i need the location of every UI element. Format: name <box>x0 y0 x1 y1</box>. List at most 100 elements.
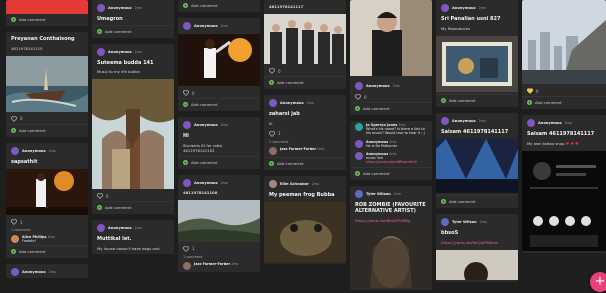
avatar <box>11 235 19 243</box>
like-row[interactable]: 1 <box>264 129 346 139</box>
heart-icon <box>11 115 17 122</box>
post-body: 4611978141115 <box>11 45 43 51</box>
like-row[interactable]: 1 <box>178 244 260 254</box>
like-row[interactable]: 0 <box>522 86 606 96</box>
avatar <box>269 146 277 155</box>
plus-icon: + <box>97 28 102 34</box>
avatar <box>441 218 449 226</box>
column-4: 4611978141117 0 + Add comment Anonymous 2m… <box>264 0 346 293</box>
youtube-link[interactable]: https://youtu.be/rqBRqemKQrI <box>366 160 417 164</box>
avatar <box>355 82 363 90</box>
post-title: Sri Panalian usni 827 <box>441 16 501 22</box>
plus-icon: + <box>269 80 274 85</box>
add-comment-button[interactable]: + Add comment <box>436 93 518 107</box>
post-card[interactable]: Anonymous 2mo 4611978141108 1 1 comment J… <box>178 174 260 272</box>
add-comment-button[interactable]: + Add comment <box>6 123 88 137</box>
post-card[interactable]: Preyanan Conthaisong 4611978141115 0 + Ad… <box>6 32 88 137</box>
plus-icon: + <box>441 97 446 103</box>
portrait-image <box>350 0 432 76</box>
comment: Anonymous 2mo He is Bo Palburner <box>350 138 432 150</box>
add-comment-button[interactable]: + Add comment <box>264 76 346 89</box>
avatar <box>11 146 19 155</box>
plus-icon: + <box>11 17 16 22</box>
heart-icon <box>355 94 361 100</box>
post-link[interactable]: https://youtu.be/6hd4POXBfg <box>350 217 432 226</box>
plus-icon: + <box>183 3 188 8</box>
post-link[interactable]: https://youtu.be/NcQAJRMijew <box>436 239 518 248</box>
plus-icon: + <box>355 106 360 111</box>
plus-icon: + <box>183 102 188 107</box>
post-card[interactable]: Ellie Schnabor 2mo My peeman frog Bubba <box>264 175 346 264</box>
city-skyline-image <box>522 0 606 84</box>
add-comment-button[interactable]: + Add comment <box>522 96 606 109</box>
frog-image <box>264 202 346 262</box>
post-card[interactable]: Anonymous 2mo zaharsi jab hi 1 1 comment … <box>264 95 346 170</box>
post-card[interactable]: Anonymous 2mo Umagron + Add comment <box>92 0 174 38</box>
column-3: + Add comment Anonymous 2mo 0 + Add comment… <box>178 0 260 293</box>
add-comment-button[interactable]: + Add comment <box>178 155 260 169</box>
avatar <box>527 119 535 127</box>
post-card[interactable]: Anonymous 2mo Saisam 4611978141117 + Add c… <box>436 112 518 208</box>
band-photo-image <box>264 14 346 64</box>
post-title: zaharsi jab <box>269 111 300 117</box>
add-comment-button[interactable]: + Add comment <box>350 102 432 115</box>
avatar <box>11 268 19 277</box>
post-card[interactable]: Anonymous 2mo sapsathit 1 1 comment Alice… <box>6 142 88 259</box>
avatar <box>97 224 105 232</box>
add-comment-button[interactable]: + Add comment <box>92 201 174 214</box>
post-card[interactable]: Tyler Wilson 2mo ROB ZOMBIE (FAVOURITE AL… <box>350 185 432 290</box>
post-meta: Ellie Schnabor 2mo <box>264 176 346 190</box>
add-comment-button[interactable]: + Add comment <box>92 24 174 38</box>
post-meta: Anonymous 2mo <box>6 143 88 157</box>
post-card[interactable]: + Add comment <box>6 0 88 26</box>
landscape-image <box>178 199 260 242</box>
post-card[interactable]: + Add comment <box>178 0 260 12</box>
like-row[interactable]: 0 <box>178 88 260 98</box>
like-row[interactable]: 0 <box>350 92 432 102</box>
plus-icon: + <box>183 159 188 165</box>
post-card[interactable]: 4611978141117 0 + Add comment <box>264 0 346 89</box>
post-card[interactable]: Jo Sperryo Jones 2mo What's his name? Is … <box>350 121 432 180</box>
avatar <box>183 121 191 129</box>
post-card[interactable]: Anonymous 2mo 0 + Add comment <box>178 18 260 111</box>
post-card[interactable]: Anonymous 2mo Saisam 4611978141117 My own… <box>522 115 606 253</box>
like-row[interactable]: 0 <box>92 191 174 201</box>
add-comment-button[interactable]: + Add comment <box>264 156 346 170</box>
post-body: Students ID for ratta 4611978141103 <box>183 142 223 153</box>
heart-icon <box>11 219 17 225</box>
add-comment-button[interactable]: + Add comment <box>6 245 88 258</box>
like-row[interactable]: 0 <box>6 114 88 124</box>
post-card[interactable]: Anonymous 2mo <box>6 264 88 279</box>
avatar <box>355 123 363 131</box>
post-body: My own tattoo shop ♥ ♥ ♥ <box>527 140 579 146</box>
post-card[interactable]: Anonymous 2mo Sri Panalian usni 827 My Re… <box>436 0 518 107</box>
post-title: Hi <box>183 133 189 139</box>
heart-icon <box>183 245 189 252</box>
like-row[interactable]: 1 <box>6 217 88 227</box>
post-body: My house doesn't have dogs and <box>97 245 160 251</box>
post-card[interactable]: Anonymous 2mo Muttikal let. My house does… <box>92 220 174 254</box>
plus-icon: + <box>355 170 360 176</box>
add-comment-button[interactable]: + Add comment <box>436 195 518 208</box>
post-card[interactable]: Anonymous 2mo 0 + Add comment <box>350 0 432 115</box>
add-comment-button[interactable]: + Add comment <box>350 166 432 180</box>
post-meta: Anonymous 2mo <box>92 0 174 14</box>
post-card[interactable]: 0 + Add comment <box>522 0 606 109</box>
post-body: 4611978141117 <box>269 4 304 9</box>
framed-painting-image <box>436 35 518 92</box>
post-card[interactable]: Anonymous 2mo Suteema budda 141 Music to … <box>92 43 174 214</box>
heart-icon <box>183 90 189 96</box>
avatar <box>97 4 105 12</box>
add-comment-button[interactable]: + Add comment <box>6 14 88 26</box>
concert-crowd-image <box>436 139 518 193</box>
post-card[interactable]: Tyler Wilson 2mo bbsoS https://youtu.be/N… <box>436 214 518 282</box>
like-row[interactable]: 0 <box>264 66 346 76</box>
add-post-button[interactable]: + <box>590 272 606 292</box>
post-meta: Tyler Wilson 2mo <box>350 186 432 200</box>
post-card[interactable]: Anonymous 2mo Hi Students ID for ratta 461… <box>178 117 260 169</box>
post-title: Suteema budda 141 <box>97 59 154 66</box>
add-comment-button[interactable]: + Add comment <box>178 0 260 12</box>
post-title: sapsathit <box>11 158 38 165</box>
avatar <box>183 178 191 187</box>
add-comment-button[interactable]: + Add comment <box>178 98 260 111</box>
